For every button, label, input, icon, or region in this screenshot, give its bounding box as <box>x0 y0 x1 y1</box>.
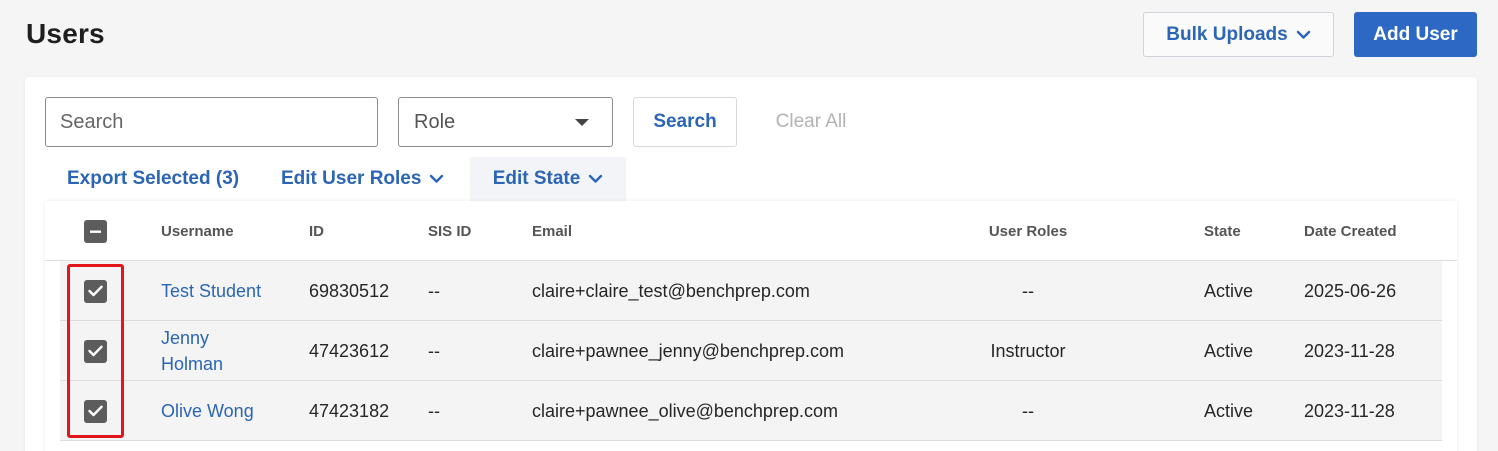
row-checkbox-cell <box>84 321 107 381</box>
user-email: claire+pawnee_olive@benchprep.com <box>532 400 838 421</box>
user-id: 69830512 <box>309 280 390 301</box>
table-header: Username ID SIS ID Email User Roles Stat… <box>45 201 1457 261</box>
column-header-date-created[interactable]: Date Created <box>1304 201 1397 261</box>
column-header-user-roles[interactable]: User Roles <box>970 201 1086 261</box>
username-link[interactable]: Test Student <box>161 261 281 321</box>
users-table: Username ID SIS ID Email User Roles Stat… <box>45 201 1457 451</box>
export-selected-label: Export Selected (3) <box>67 168 240 189</box>
date-created: 2023-11-28 <box>1304 400 1395 421</box>
row-checkbox[interactable] <box>84 339 107 363</box>
role-select-value: Role <box>414 110 456 133</box>
user-id: 47423612 <box>309 340 390 361</box>
date-created: 2025-06-26 <box>1304 280 1397 301</box>
user-state: Active <box>1204 280 1254 301</box>
user-email: claire+pawnee_jenny@benchprep.com <box>532 340 844 361</box>
chevron-down-icon <box>1296 30 1310 39</box>
edit-state-dropdown[interactable]: Edit State <box>470 157 626 201</box>
user-email: claire+claire_test@benchprep.com <box>532 280 810 301</box>
column-header-sis-id[interactable]: SIS ID <box>428 201 471 261</box>
user-roles: -- <box>1022 400 1034 421</box>
check-icon <box>88 345 103 357</box>
row-checkbox[interactable] <box>84 279 107 303</box>
page-title: Users <box>26 18 105 49</box>
minus-icon <box>90 230 101 233</box>
user-roles: Instructor <box>990 340 1066 361</box>
export-selected-button[interactable]: Export Selected (3) <box>67 157 239 201</box>
user-state: Active <box>1204 400 1254 421</box>
caret-down-icon <box>575 118 589 126</box>
edit-user-roles-label: Edit User Roles <box>281 168 422 189</box>
check-icon <box>88 285 103 297</box>
clear-all-button[interactable]: Clear All <box>760 97 862 147</box>
bulk-uploads-label: Bulk Uploads <box>1166 23 1288 45</box>
bulk-uploads-button[interactable]: Bulk Uploads <box>1143 12 1334 57</box>
search-button[interactable]: Search <box>633 97 737 147</box>
table-row: Jenny Holman 47423612 -- claire+pawnee_j… <box>60 321 1442 381</box>
column-header-email[interactable]: Email <box>532 201 572 261</box>
users-card: Role Search Clear All Export Selected (3… <box>25 77 1477 451</box>
add-user-button[interactable]: Add User <box>1354 12 1477 57</box>
select-all-checkbox[interactable] <box>84 219 107 243</box>
user-state: Active <box>1204 340 1254 361</box>
row-checkbox-cell <box>84 381 107 441</box>
user-id: 47423182 <box>309 400 390 421</box>
search-input[interactable] <box>45 97 378 147</box>
check-icon <box>88 405 103 417</box>
table-row: Olive Wong 47423182 -- claire+pawnee_oli… <box>60 381 1442 441</box>
sis-id: -- <box>428 400 440 421</box>
row-checkbox[interactable] <box>84 399 107 423</box>
row-checkbox-cell <box>84 261 107 321</box>
column-header-state[interactable]: State <box>1204 201 1241 261</box>
username-link[interactable]: Olive Wong <box>161 381 281 441</box>
edit-user-roles-dropdown[interactable]: Edit User Roles <box>281 157 444 201</box>
edit-state-label: Edit State <box>492 168 581 189</box>
role-select[interactable]: Role <box>398 97 613 147</box>
column-header-id[interactable]: ID <box>309 201 324 261</box>
user-roles: -- <box>1022 280 1034 301</box>
sis-id: -- <box>428 340 440 361</box>
column-header-username[interactable]: Username <box>161 201 234 261</box>
date-created: 2023-11-28 <box>1304 340 1395 361</box>
sis-id: -- <box>428 280 440 301</box>
username-link[interactable]: Jenny Holman <box>161 321 241 381</box>
chevron-down-icon <box>430 174 444 183</box>
chevron-down-icon <box>589 174 603 183</box>
table-row: Test Student 69830512 -- claire+claire_t… <box>60 261 1442 321</box>
select-all-cell <box>84 201 107 261</box>
